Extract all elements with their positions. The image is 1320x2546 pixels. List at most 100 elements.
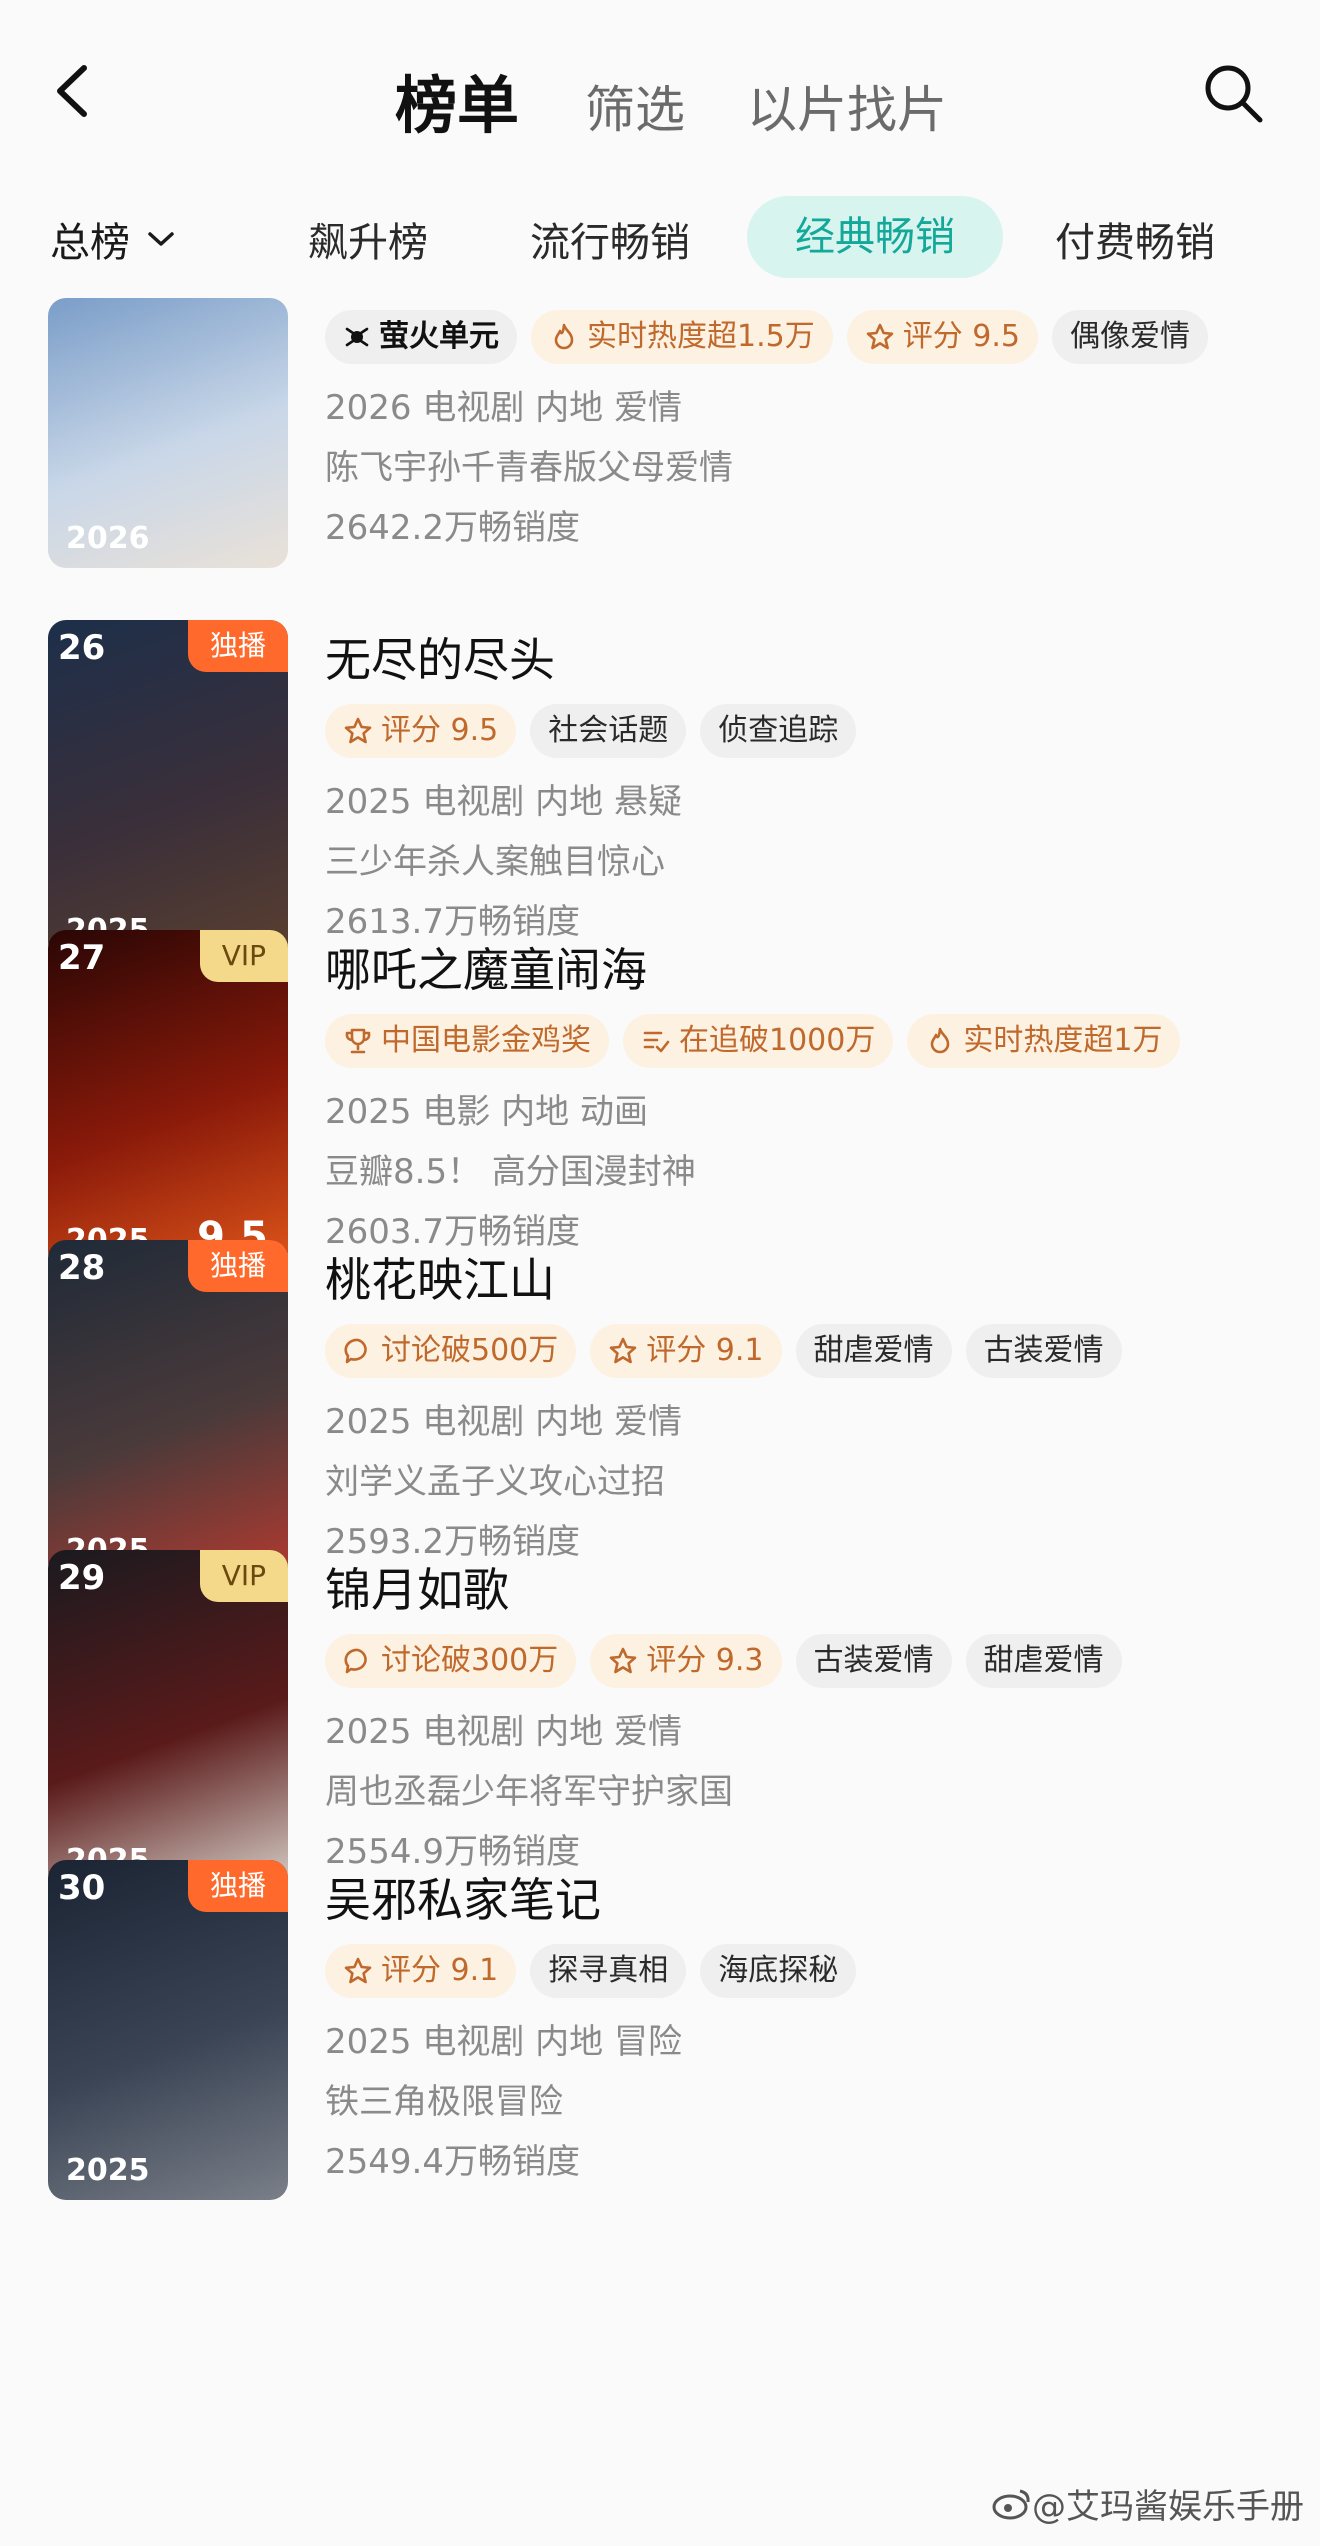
genre-line: 2026 电视剧 内地 爱情 xyxy=(325,388,682,428)
flame-icon xyxy=(549,322,579,352)
tag-label: 评分 9.1 xyxy=(646,1333,764,1368)
genre-line: 2025 电视剧 内地 冒险 xyxy=(325,2022,682,2062)
back-button[interactable] xyxy=(48,62,100,120)
vip-badge: VIP xyxy=(199,1550,288,1602)
tag-label: 侦查追踪 xyxy=(718,713,839,748)
tag: 甜虐爱情 xyxy=(965,1634,1122,1688)
tag: 中国电影金鸡奖 xyxy=(325,1014,609,1068)
tag: 在追破1000万 xyxy=(623,1014,894,1068)
item-title[interactable]: 锦月如歌 xyxy=(325,1554,509,1620)
tag: 评分 9.5 xyxy=(325,704,517,758)
all-rankings-dropdown[interactable]: 总榜 xyxy=(50,210,176,268)
item-title[interactable]: 哪吒之魔童闹海 xyxy=(325,934,647,1000)
tag: 评分 9.5 xyxy=(846,310,1038,364)
rank-number: 26 xyxy=(58,628,106,668)
tag-label: 评分 9.3 xyxy=(646,1643,764,1678)
firefly-brand-icon xyxy=(343,323,371,351)
tag-label: 讨论破300万 xyxy=(381,1643,559,1678)
tag: 探寻真相 xyxy=(530,1944,687,1998)
tag: 讨论破500万 xyxy=(325,1324,577,1378)
chat-icon xyxy=(343,1336,373,1366)
tag-row: 中国电影金鸡奖 在追破1000万 实时热度超1万 xyxy=(325,1014,1194,1068)
tag-row: 讨论破500万 评分 9.1 甜虐爱情 古装爱情 xyxy=(325,1324,1136,1378)
tag-label: 探寻真相 xyxy=(548,1953,669,1988)
tag-label: 讨论破500万 xyxy=(381,1333,559,1368)
rank-number: 29 xyxy=(58,1558,106,1598)
rank-number: 28 xyxy=(58,1248,106,1288)
list-item[interactable]: 26独播2025 无尽的尽头评分 9.5 社会话题 侦查追踪 2025 电视剧 内地 悬… xyxy=(0,620,1320,960)
tag-label: 在追破1000万 xyxy=(679,1023,876,1058)
tag: 萤火单元 xyxy=(325,310,517,364)
tab-rankings[interactable]: 榜单 xyxy=(395,55,519,145)
tag-label: 社会话题 xyxy=(548,713,669,748)
tag: 古装爱情 xyxy=(965,1324,1122,1378)
top-tabs: 榜单 筛选 以片找片 xyxy=(395,55,1009,145)
poster-image[interactable]: 27VIP20259.5 xyxy=(48,930,288,1270)
subtab-popular-bestseller[interactable]: 流行畅销 xyxy=(530,210,690,268)
genre-line: 2025 电视剧 内地 悬疑 xyxy=(325,782,682,822)
exclusive-badge: 独播 xyxy=(187,1240,288,1292)
item-title[interactable]: 吴邪私家笔记 xyxy=(325,1864,601,1930)
rank-number: 27 xyxy=(58,938,106,978)
tag: 评分 9.1 xyxy=(325,1944,517,1998)
subtab-rising[interactable]: 飙升榜 xyxy=(308,210,428,268)
subtab-paid-bestseller[interactable]: 付费畅销 xyxy=(1055,210,1215,268)
tag-row: 评分 9.1 探寻真相 海底探秘 xyxy=(325,1944,870,1998)
star-icon xyxy=(608,1336,638,1366)
item-title[interactable]: 桃花映江山 xyxy=(325,1244,555,1310)
sales-metric: 2642.2万畅销度 xyxy=(325,508,580,548)
tab-find-by-film[interactable]: 以片找片 xyxy=(747,70,947,142)
tagline: 陈飞宇孙千青春版父母爱情 xyxy=(325,448,733,488)
tag: 偶像爱情 xyxy=(1051,310,1208,364)
all-rankings-label: 总榜 xyxy=(50,220,130,266)
tagline: 铁三角极限冒险 xyxy=(325,2082,563,2122)
list-item[interactable]: 2026 萤火单元 实时热度超1.5万 评分 9.5 偶像爱情 2026 电视剧 内地 爱… xyxy=(0,298,1320,650)
tag-label: 中国电影金鸡奖 xyxy=(381,1023,591,1058)
list-item[interactable]: 27VIP20259.5哪吒之魔童闹海中国电影金鸡奖在追破1000万实时热度超1… xyxy=(0,930,1320,1270)
vip-badge: VIP xyxy=(199,930,288,982)
genre-line: 2025 电影 内地 动画 xyxy=(325,1092,648,1132)
tag-label: 评分 9.1 xyxy=(381,1953,499,1988)
item-title[interactable]: 无尽的尽头 xyxy=(325,624,555,690)
tag-label: 萤火单元 xyxy=(379,319,499,354)
rank-number: 30 xyxy=(58,1868,106,1908)
poster-image[interactable]: 29VIP2025 xyxy=(48,1550,288,1890)
tag: 实时热度超1.5万 xyxy=(531,310,833,364)
tag: 古装爱情 xyxy=(795,1634,952,1688)
star-icon xyxy=(343,716,373,746)
tagline: 豆瓣8.5！ 高分国漫封神 xyxy=(325,1152,696,1192)
poster-image[interactable]: 28独播2025 xyxy=(48,1240,288,1580)
tag-label: 评分 9.5 xyxy=(381,713,499,748)
poster-year: 2026 xyxy=(66,521,150,556)
tag: 社会话题 xyxy=(530,704,687,758)
genre-line: 2025 电视剧 内地 爱情 xyxy=(325,1402,682,1442)
trophy-icon xyxy=(343,1026,373,1056)
tag: 甜虐爱情 xyxy=(795,1324,952,1378)
list-item[interactable]: 28独播2025桃花映江山讨论破500万评分 9.1甜虐爱情古装爱情2025 电… xyxy=(0,1240,1320,1580)
list-item[interactable]: 30 独播 2025 吴邪私家笔记评分 9.1 探寻真相 海底探秘 2025 电视剧 内地 … xyxy=(0,1860,1320,2200)
chevron-down-icon xyxy=(148,232,174,246)
poster-image[interactable]: 30 独播 2025 xyxy=(48,1860,288,2200)
tag-label: 偶像爱情 xyxy=(1069,319,1190,354)
sub-tabs: 总榜 飙升榜 流行畅销 经典畅销 付费畅销 xyxy=(0,196,1320,286)
tag-label: 海底探秘 xyxy=(718,1953,839,1988)
sales-metric: 2549.4万畅销度 xyxy=(325,2142,580,2182)
list-item[interactable]: 29VIP2025锦月如歌讨论破300万评分 9.3古装爱情甜虐爱情2025 电… xyxy=(0,1550,1320,1890)
flame-icon xyxy=(925,1026,955,1056)
tab-filter[interactable]: 筛选 xyxy=(585,70,685,142)
tag-row: 讨论破300万 评分 9.3 古装爱情 甜虐爱情 xyxy=(325,1634,1136,1688)
tag-label: 实时热度超1万 xyxy=(963,1023,1163,1058)
tag: 实时热度超1万 xyxy=(907,1014,1181,1068)
star-icon xyxy=(865,322,895,352)
poster-image[interactable]: 2026 xyxy=(48,298,288,568)
tag: 侦查追踪 xyxy=(700,704,857,758)
search-button[interactable] xyxy=(1200,60,1266,126)
tagline: 刘学义孟子义攻心过招 xyxy=(325,1462,665,1502)
tag-label: 古装爱情 xyxy=(813,1643,934,1678)
tag-label: 实时热度超1.5万 xyxy=(587,319,815,354)
poster-image[interactable]: 26独播2025 xyxy=(48,620,288,960)
tag-label: 甜虐爱情 xyxy=(813,1333,934,1368)
subtab-classic-bestseller[interactable]: 经典畅销 xyxy=(747,196,1003,278)
tag: 评分 9.3 xyxy=(590,1634,782,1688)
tag: 海底探秘 xyxy=(700,1944,857,1998)
